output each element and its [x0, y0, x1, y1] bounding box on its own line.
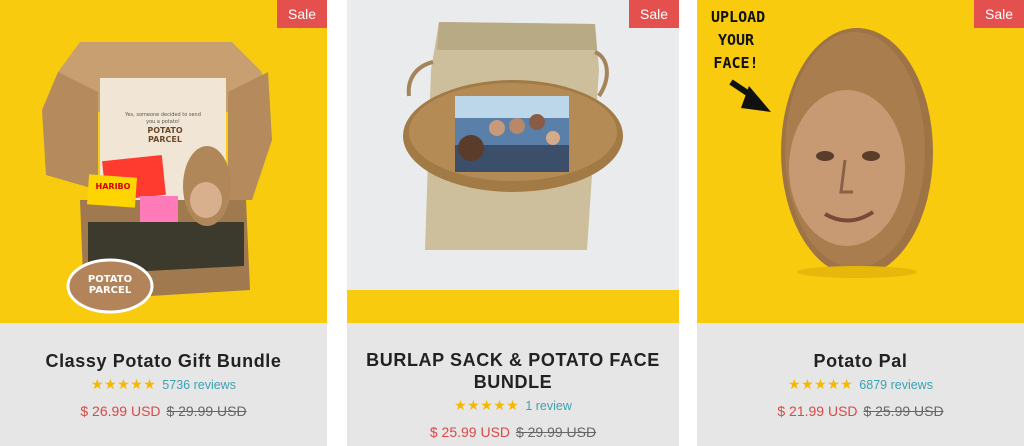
price-row: $ 21.99 USD $ 25.99 USD [697, 403, 1024, 419]
sale-badge: Sale [629, 0, 679, 28]
potato-face-illustration [729, 28, 933, 278]
sale-price: $ 21.99 USD [777, 403, 858, 419]
star-rating-icon: ★★★★★ [91, 377, 157, 393]
product-info: BURLAP SACK & POTATO FACE BUNDLE ★★★★★ 1… [347, 323, 679, 446]
product-image[interactable]: Yes, someone decided to send you a potat… [0, 0, 327, 323]
gift-box-illustration [42, 42, 272, 314]
rating-row: ★★★★★ 5736 reviews [0, 377, 327, 393]
reviews-link[interactable]: 6879 reviews [859, 378, 933, 392]
product-grid: Yes, someone decided to send you a potat… [0, 0, 1024, 446]
star-rating-icon: ★★★★★ [454, 398, 520, 414]
original-price: $ 25.99 USD [863, 403, 944, 419]
original-price: $ 29.99 USD [166, 403, 247, 419]
price-row: $ 25.99 USD $ 29.99 USD [347, 424, 679, 440]
price-row: $ 26.99 USD $ 29.99 USD [0, 403, 327, 419]
reviews-link[interactable]: 5736 reviews [162, 378, 236, 392]
box-note-text: Yes, someone decided to send you a potat… [125, 112, 201, 125]
star-rating-icon: ★★★★★ [788, 377, 854, 393]
sale-price: $ 25.99 USD [429, 424, 511, 440]
sticker-text: POTATO PARCEL [87, 274, 133, 296]
product-card[interactable]: Yes, someone decided to send you a potat… [0, 0, 327, 446]
burlap-sack-illustration [403, 22, 623, 250]
product-image[interactable]: Sale [347, 0, 679, 323]
box-logo-text: POTATO PARCEL [147, 126, 183, 144]
rating-row: ★★★★★ 6879 reviews [697, 377, 1024, 393]
product-title[interactable]: Classy Potato Gift Bundle [0, 350, 327, 372]
candy-label: HARIBO [95, 182, 131, 191]
product-title[interactable]: BURLAP SACK & POTATO FACE BUNDLE [347, 349, 679, 393]
product-image[interactable]: UPLOAD YOUR FACE! Sale [697, 0, 1024, 323]
product-card[interactable]: Sale BURLAP SACK & POTATO FACE BUNDLE ★★… [347, 0, 679, 446]
sale-badge: Sale [277, 0, 327, 28]
product-title[interactable]: Potato Pal [697, 350, 1024, 372]
product-info: Classy Potato Gift Bundle ★★★★★ 5736 rev… [0, 323, 327, 446]
sale-price: $ 26.99 USD [80, 403, 161, 419]
product-info: Potato Pal ★★★★★ 6879 reviews $ 21.99 US… [697, 323, 1024, 446]
product-card[interactable]: UPLOAD YOUR FACE! Sale Potato Pal ★★★★★ … [697, 0, 1024, 446]
original-price: $ 29.99 USD [515, 424, 597, 440]
sale-badge: Sale [974, 0, 1024, 28]
rating-row: ★★★★★ 1 review [347, 398, 679, 414]
reviews-link[interactable]: 1 review [525, 399, 572, 413]
